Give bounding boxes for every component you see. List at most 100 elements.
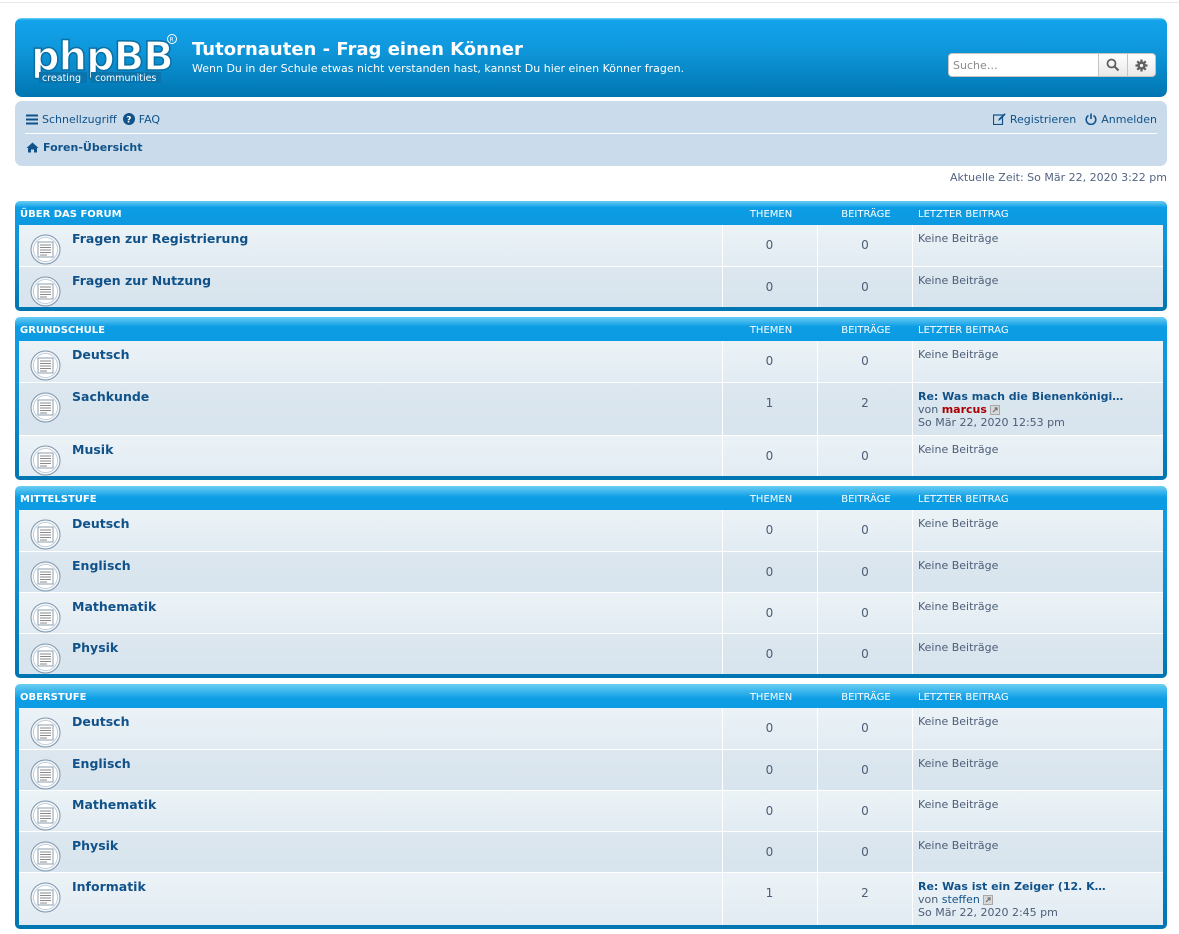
faq-link[interactable]: ? FAQ bbox=[122, 112, 161, 126]
forum-title-link[interactable]: Musik bbox=[72, 442, 113, 457]
column-separator bbox=[722, 832, 723, 872]
column-separator bbox=[722, 510, 723, 551]
column-topics: THEMEN bbox=[749, 494, 793, 505]
forum-read-icon bbox=[30, 882, 61, 913]
posts-count: 0 bbox=[861, 606, 869, 620]
site-description: Wenn Du in der Schule etwas nicht versta… bbox=[192, 62, 685, 75]
column-separator bbox=[817, 510, 818, 551]
last-post-empty: Keine Beiträge bbox=[918, 715, 999, 728]
forum-title-link[interactable]: Deutsch bbox=[72, 347, 129, 362]
posts-count: 0 bbox=[861, 280, 869, 294]
posts-count: 0 bbox=[861, 565, 869, 579]
forum-read-icon bbox=[30, 759, 61, 790]
last-post-title-link[interactable]: Re: Was ist ein Zeiger (12. K… bbox=[918, 880, 1106, 893]
column-separator bbox=[722, 436, 723, 476]
column-separator bbox=[817, 873, 818, 925]
home-icon bbox=[26, 142, 39, 153]
last-post-date: So Mär 22, 2020 12:53 pm bbox=[918, 416, 1065, 429]
forum-read-icon bbox=[30, 234, 61, 265]
category-title[interactable]: MITTELSTUFE bbox=[20, 494, 97, 505]
forum-title-link[interactable]: Fragen zur Nutzung bbox=[72, 273, 211, 288]
posts-count: 0 bbox=[861, 647, 869, 661]
forum-title-link[interactable]: Sachkunde bbox=[72, 389, 149, 404]
column-separator bbox=[912, 791, 913, 831]
forum-read-icon bbox=[30, 841, 61, 872]
last-post-empty: Keine Beiträge bbox=[918, 757, 999, 770]
forum-rows: Deutsch 0 0 Keine Beiträge Englisch 0 0 Keine B… bbox=[19, 708, 1163, 925]
column-separator bbox=[722, 750, 723, 790]
forum-title-link[interactable]: Englisch bbox=[72, 756, 131, 771]
last-post-title-link[interactable]: Re: Was mach die Bienenkönigi… bbox=[918, 390, 1123, 403]
forum-title-link[interactable]: Englisch bbox=[72, 558, 131, 573]
posts-count: 0 bbox=[861, 354, 869, 368]
column-separator bbox=[912, 552, 913, 592]
search-input[interactable] bbox=[948, 53, 1099, 77]
column-separator bbox=[912, 593, 913, 633]
phpbb-logo[interactable]: phpBB R creating communities bbox=[29, 30, 189, 86]
forum-title-link[interactable]: Fragen zur Registrierung bbox=[72, 231, 248, 246]
last-post-author-link[interactable]: marcus bbox=[942, 403, 987, 416]
last-post-empty: Keine Beiträge bbox=[918, 274, 999, 287]
category-header: GRUNDSCHULE THEMEN BEITRÄGE LETZTER BEITRAG bbox=[19, 317, 1163, 341]
column-last-post: LETZTER BEITRAG bbox=[918, 494, 1009, 505]
forum-rows: Deutsch 0 0 Keine Beiträge Sachkunde 1 2 Re: Wa… bbox=[19, 341, 1163, 476]
column-separator bbox=[817, 341, 818, 382]
column-separator bbox=[817, 383, 818, 435]
edit-icon bbox=[992, 113, 1006, 125]
forum-title-link[interactable]: Mathematik bbox=[72, 599, 156, 614]
last-post-empty: Keine Beiträge bbox=[918, 600, 999, 613]
forum-title-link[interactable]: Deutsch bbox=[72, 714, 129, 729]
forum-read-icon bbox=[30, 392, 61, 423]
navbar: Schnellzugriff ? FAQ Registrieren Anmeld… bbox=[15, 101, 1167, 166]
column-separator bbox=[817, 634, 818, 674]
forum-title-link[interactable]: Deutsch bbox=[72, 516, 129, 531]
forum-category: MITTELSTUFE THEMEN BEITRÄGE LETZTER BEITRAG… bbox=[15, 486, 1167, 678]
column-separator bbox=[912, 341, 913, 382]
login-link[interactable]: Anmelden bbox=[1085, 113, 1157, 126]
hamburger-icon bbox=[26, 114, 38, 124]
forum-read-icon bbox=[30, 800, 61, 831]
column-separator bbox=[722, 225, 723, 266]
column-separator bbox=[912, 383, 913, 435]
column-posts: BEITRÄGE bbox=[841, 209, 891, 220]
column-topics: THEMEN bbox=[749, 209, 793, 220]
register-link[interactable]: Registrieren bbox=[992, 113, 1076, 126]
last-post-author-link[interactable]: steffen bbox=[942, 893, 980, 906]
last-post-empty: Keine Beiträge bbox=[918, 232, 999, 245]
column-separator bbox=[722, 634, 723, 674]
quicklinks-label: Schnellzugriff bbox=[42, 112, 117, 126]
column-separator bbox=[912, 436, 913, 476]
search-box bbox=[948, 53, 1156, 77]
column-separator bbox=[817, 436, 818, 476]
quicklinks-menu[interactable]: Schnellzugriff bbox=[26, 113, 117, 126]
view-latest-post-icon[interactable] bbox=[982, 895, 993, 905]
forum-title-link[interactable]: Informatik bbox=[72, 879, 146, 894]
view-latest-post-icon[interactable] bbox=[989, 405, 1000, 415]
category-title[interactable]: ÜBER DAS FORUM bbox=[20, 209, 122, 220]
column-separator bbox=[912, 267, 913, 307]
column-separator bbox=[912, 510, 913, 551]
forum-title-link[interactable]: Physik bbox=[72, 838, 118, 853]
column-separator bbox=[817, 832, 818, 872]
column-separator bbox=[722, 552, 723, 592]
search-button[interactable] bbox=[1099, 53, 1128, 77]
last-post-empty: Keine Beiträge bbox=[918, 348, 999, 361]
category-title[interactable]: GRUNDSCHULE bbox=[20, 325, 105, 336]
topics-count: 0 bbox=[765, 763, 774, 777]
posts-count: 0 bbox=[861, 238, 869, 252]
faq-label: FAQ bbox=[138, 112, 161, 126]
advanced-search-button[interactable] bbox=[1128, 53, 1156, 77]
forum-title-link[interactable]: Physik bbox=[72, 640, 118, 655]
forum-row: Sachkunde 1 2 Re: Was mach die Bienenkönigi… bbox=[19, 382, 1163, 435]
forum-row: Mathematik 0 0 Keine Beiträge bbox=[19, 592, 1163, 633]
forum-category: OBERSTUFE THEMEN BEITRÄGE LETZTER BEITRAG De… bbox=[15, 684, 1167, 929]
last-post-empty: Keine Beiträge bbox=[918, 798, 999, 811]
forum-title-link[interactable]: Mathematik bbox=[72, 797, 156, 812]
column-separator bbox=[817, 225, 818, 266]
category-title[interactable]: OBERSTUFE bbox=[20, 692, 86, 703]
forum-category: ÜBER DAS FORUM THEMEN BEITRÄGE LETZTER BEIT… bbox=[15, 201, 1167, 311]
column-topics: THEMEN bbox=[749, 692, 793, 703]
forum-row: Physik 0 0 Keine Beiträge bbox=[19, 831, 1163, 872]
breadcrumb-board-index[interactable]: Foren-Übersicht bbox=[26, 141, 143, 154]
navbar-divider bbox=[25, 133, 1157, 134]
